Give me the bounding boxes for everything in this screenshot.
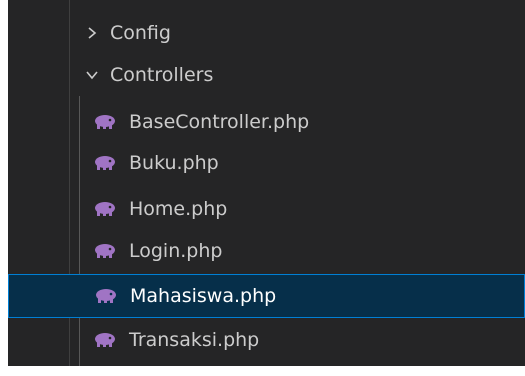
php-elephant-icon (96, 289, 116, 303)
chevron-down-icon (83, 66, 101, 84)
php-elephant-icon (95, 115, 115, 129)
tree-file-home[interactable]: Home.php (8, 189, 525, 229)
php-elephant-icon (95, 156, 115, 170)
tree-folder-config[interactable]: Config (8, 13, 525, 53)
file-label: Mahasiswa.php (130, 285, 277, 307)
tree-file-login[interactable]: Login.php (8, 231, 525, 271)
tree-file-basecontroller[interactable]: BaseController.php (8, 102, 525, 142)
file-label: Home.php (129, 198, 228, 220)
tree-file-transaksi[interactable]: Transaksi.php (8, 320, 525, 360)
tree-file-buku[interactable]: Buku.php (8, 143, 525, 183)
file-label: Buku.php (129, 152, 219, 174)
php-elephant-icon (95, 244, 115, 258)
tree-file-mahasiswa[interactable]: Mahasiswa.php (8, 274, 525, 318)
chevron-right-icon (83, 24, 101, 42)
file-label: Transaksi.php (129, 329, 260, 351)
file-explorer-tree: Config Controllers BaseController.php Bu… (8, 0, 525, 366)
folder-label: Config (110, 22, 171, 44)
file-label: BaseController.php (129, 111, 310, 133)
folder-label: Controllers (110, 64, 214, 86)
file-label: Login.php (129, 240, 223, 262)
php-elephant-icon (95, 333, 115, 347)
tree-folder-controllers[interactable]: Controllers (8, 55, 525, 95)
php-elephant-icon (95, 202, 115, 216)
